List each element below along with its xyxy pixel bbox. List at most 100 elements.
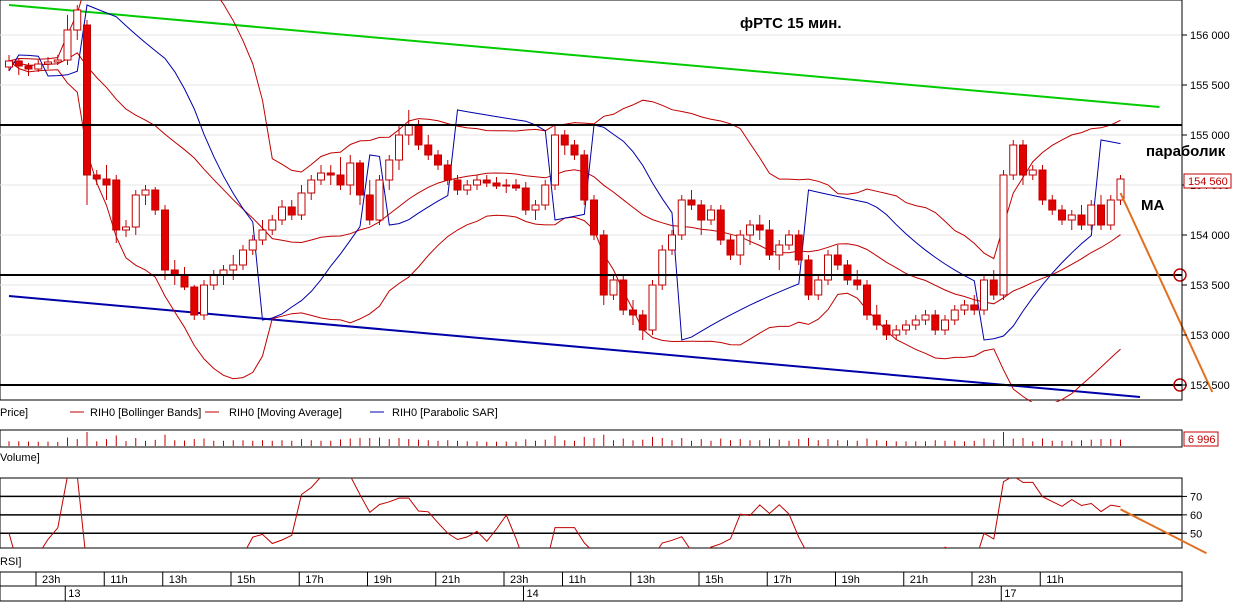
candle-body — [200, 284, 208, 316]
candle-body — [1019, 144, 1027, 176]
hour-label: 17h — [773, 574, 791, 586]
candle-body — [590, 199, 598, 236]
candle-body — [1106, 199, 1115, 226]
rsi-label: RSI] — [0, 556, 21, 568]
rsi-panel — [0, 477, 1183, 549]
candle-body — [317, 172, 325, 181]
candle-body — [599, 234, 608, 296]
candle-body — [502, 184, 511, 187]
parabolic-annotation: параболик — [1146, 143, 1226, 160]
candle-body — [346, 162, 355, 186]
candle-body — [1077, 214, 1086, 226]
candle-body — [287, 206, 296, 216]
candle-body — [560, 134, 569, 146]
rsi-axis: 50 60 70 — [1182, 491, 1202, 540]
candle-body — [209, 274, 218, 286]
candle-body — [1009, 144, 1018, 176]
candle-body — [141, 189, 150, 196]
candle — [190, 285, 199, 320]
candle-body — [950, 309, 959, 321]
candle-body — [404, 124, 413, 136]
candle — [599, 230, 608, 305]
candle-body — [34, 63, 43, 70]
price-tick-label: 153 000 — [1190, 330, 1230, 342]
hour-label: 17h — [305, 574, 323, 586]
candle-body — [775, 244, 784, 256]
candle-body — [14, 60, 23, 67]
candle-body — [482, 179, 491, 184]
candle — [648, 280, 657, 335]
candle-body — [239, 249, 247, 266]
candle-body — [843, 264, 852, 281]
candle-body — [180, 274, 189, 288]
candle — [824, 250, 832, 285]
candle-body — [892, 329, 901, 336]
candle-body — [44, 61, 52, 65]
volume-label: Volume] — [0, 452, 40, 464]
hour-label: 15h — [705, 574, 723, 586]
date-label: 13 — [68, 588, 80, 600]
candle-body — [619, 279, 628, 311]
candle-body — [580, 154, 589, 201]
candle-body — [122, 226, 130, 231]
candle — [200, 280, 208, 320]
candle-body — [365, 194, 374, 221]
price-tick-label: 156 000 — [1190, 30, 1230, 42]
candle-body — [375, 179, 384, 221]
candle-body — [268, 219, 277, 231]
price-tick-label: 155 500 — [1190, 80, 1230, 92]
candle-body — [638, 314, 647, 331]
last-price-label: 154 560 — [1188, 176, 1228, 188]
price-axis: 152 500153 000153 500154 000154 500155 0… — [1182, 30, 1230, 392]
candle-body — [53, 59, 62, 63]
candle-body — [190, 286, 199, 316]
hour-label: 15h — [237, 574, 255, 586]
candle-body — [941, 319, 949, 331]
candle-body — [1048, 199, 1057, 211]
hour-label: 19h — [842, 574, 860, 586]
hour-label: 13h — [637, 574, 655, 586]
candle-body — [668, 234, 676, 251]
candle-body — [726, 239, 735, 256]
candle-body — [1097, 204, 1105, 226]
candle — [794, 230, 803, 265]
hour-label: 11h — [110, 574, 128, 586]
candle-body — [911, 319, 920, 326]
candle-body — [531, 204, 540, 211]
candle-body — [833, 254, 842, 266]
candle — [677, 195, 686, 240]
candle-body — [395, 134, 403, 161]
candle-body — [921, 314, 930, 321]
candle-body — [677, 199, 686, 236]
candle-body — [24, 65, 33, 70]
candle — [1038, 165, 1047, 205]
candle-body — [707, 209, 715, 221]
hour-label: 23h — [978, 574, 996, 586]
candle — [375, 175, 384, 225]
candle-body — [658, 249, 667, 286]
ma-annotation: MA — [1141, 197, 1164, 214]
candle — [590, 195, 598, 240]
hour-label: 11h — [1046, 574, 1064, 586]
candle-body — [824, 254, 832, 281]
candle — [551, 125, 559, 190]
legend-ma: RIH0 [Moving Average] — [229, 407, 342, 419]
candle-body — [1058, 209, 1066, 221]
legend-bollinger: RIH0 [Bollinger Bands] — [90, 407, 201, 419]
hour-label: 19h — [374, 574, 392, 586]
price-tick-label: 153 500 — [1190, 280, 1230, 292]
candle-body — [989, 279, 998, 296]
chart-title: фРТС 15 мин. — [740, 15, 842, 32]
candle-body — [356, 162, 364, 196]
candle-body — [687, 199, 696, 206]
candle-body — [882, 324, 891, 336]
candle-body — [63, 29, 72, 61]
price-tick-label: 155 000 — [1190, 130, 1230, 142]
candle-body — [736, 234, 745, 256]
candle-body — [434, 154, 442, 166]
volume-value-label: 6 996 — [1188, 434, 1216, 446]
hour-label: 13h — [169, 574, 187, 586]
candle — [1106, 195, 1115, 230]
candle-body — [863, 284, 871, 316]
candle-body — [931, 314, 940, 331]
